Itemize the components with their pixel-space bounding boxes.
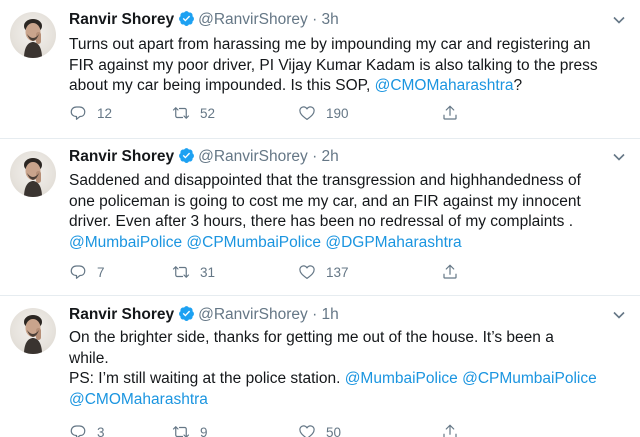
heart-icon bbox=[299, 106, 315, 120]
mention-link[interactable]: @CPMumbaiPolice bbox=[462, 370, 597, 387]
handle[interactable]: @RanvirShorey bbox=[198, 148, 308, 165]
reply-icon bbox=[70, 425, 86, 437]
text-segment: about my car being impounded. Is this SO… bbox=[69, 77, 375, 94]
retweet-button[interactable]: 9 bbox=[172, 423, 208, 437]
like-button[interactable]: 137 bbox=[298, 263, 349, 283]
reply-button[interactable]: 3 bbox=[69, 423, 105, 437]
tweet-text-line: about my car being impounded. Is this SO… bbox=[69, 76, 629, 97]
retweet-icon bbox=[172, 266, 190, 278]
handle[interactable]: @RanvirShorey bbox=[198, 306, 308, 323]
reply-count: 7 bbox=[97, 265, 105, 280]
retweet-count: 52 bbox=[200, 106, 216, 121]
verified-icon bbox=[179, 306, 195, 321]
separator-dot: · bbox=[312, 11, 318, 28]
timestamp[interactable]: 1h bbox=[322, 306, 339, 323]
retweet-icon bbox=[172, 107, 190, 119]
tweet-text: On the brighter side, thanks for getting… bbox=[69, 328, 629, 410]
like-button[interactable]: 50 bbox=[298, 423, 341, 437]
tweet-text-line: @MumbaiPolice @CPMumbaiPolice @DGPMahara… bbox=[69, 233, 629, 254]
tweet-text-line: one policeman is going to cost me my car… bbox=[69, 192, 629, 213]
reply-button[interactable]: 7 bbox=[69, 263, 105, 283]
text-segment: Saddened and disappointed that the trans… bbox=[69, 172, 581, 189]
share-icon bbox=[443, 105, 457, 120]
tweet-text-line: driver. Even after 3 hours, there has be… bbox=[69, 212, 629, 233]
text-segment: while. bbox=[69, 349, 109, 367]
separator-dot: · bbox=[312, 148, 318, 165]
tweet-text: Saddened and disappointed that the trans… bbox=[69, 171, 629, 253]
tweet-text-line: while. bbox=[69, 349, 629, 370]
like-count: 137 bbox=[326, 265, 349, 280]
like-count: 50 bbox=[326, 425, 342, 437]
retweet-button[interactable]: 52 bbox=[172, 104, 215, 124]
text-segment: On the brighter side, thanks for getting… bbox=[69, 329, 554, 346]
text-segment: PS: I’m still waiting at the police stat… bbox=[69, 370, 345, 387]
chevron-down-icon[interactable] bbox=[612, 308, 626, 322]
verified-icon bbox=[179, 11, 195, 26]
retweet-icon bbox=[172, 426, 190, 437]
display-name[interactable]: Ranvir Shorey bbox=[69, 306, 174, 323]
like-count: 190 bbox=[326, 106, 349, 121]
reply-icon bbox=[70, 265, 86, 279]
mention-link[interactable]: @DGPMaharashtra bbox=[325, 234, 461, 251]
retweet-button[interactable]: 31 bbox=[172, 263, 215, 283]
tweet[interactable]: Ranvir Shorey @RanvirShorey · 1h On the b… bbox=[0, 296, 640, 437]
heart-icon bbox=[299, 425, 315, 437]
tweet-text: Turns out apart from harassing me by imp… bbox=[69, 35, 629, 97]
retweet-count: 9 bbox=[200, 425, 208, 437]
tweet-actions: 7 31 137 bbox=[69, 263, 539, 283]
text-segment: driver. Even after 3 hours, there has be… bbox=[69, 213, 574, 230]
tweet-text-line: Turns out apart from harassing me by imp… bbox=[69, 35, 629, 56]
tweet-header: Ranvir Shorey @RanvirShorey · 3h bbox=[69, 9, 339, 31]
mention-link[interactable]: @CMOMaharashtra bbox=[69, 391, 208, 408]
share-icon bbox=[443, 264, 457, 279]
heart-icon bbox=[299, 265, 315, 279]
avatar[interactable] bbox=[10, 308, 56, 354]
display-name[interactable]: Ranvir Shorey bbox=[69, 11, 174, 28]
tweet-text-line: On the brighter side, thanks for getting… bbox=[69, 328, 629, 349]
tweet-text-line: PS: I’m still waiting at the police stat… bbox=[69, 369, 629, 390]
tweet-text-line: Saddened and disappointed that the trans… bbox=[69, 171, 629, 192]
share-button[interactable] bbox=[441, 263, 469, 283]
share-icon bbox=[443, 424, 457, 437]
reply-button[interactable]: 12 bbox=[69, 104, 112, 124]
mention-link[interactable]: @CPMumbaiPolice bbox=[186, 234, 321, 251]
tweet-actions: 3 9 50 bbox=[69, 423, 539, 437]
separator-dot: · bbox=[312, 306, 318, 323]
tweet-header: Ranvir Shorey @RanvirShorey · 1h bbox=[69, 304, 339, 326]
avatar[interactable] bbox=[10, 12, 56, 58]
tweet[interactable]: Ranvir Shorey @RanvirShorey · 3h Turns ou… bbox=[0, 0, 640, 138]
timestamp[interactable]: 2h bbox=[322, 148, 339, 165]
reply-count: 12 bbox=[97, 106, 113, 121]
retweet-count: 31 bbox=[200, 265, 216, 280]
mention-link[interactable]: @MumbaiPolice bbox=[69, 234, 182, 251]
tweet-header: Ranvir Shorey @RanvirShorey · 2h bbox=[69, 146, 339, 168]
display-name[interactable]: Ranvir Shorey bbox=[69, 148, 174, 165]
share-button[interactable] bbox=[441, 423, 469, 437]
share-button[interactable] bbox=[441, 104, 469, 124]
tweet[interactable]: Ranvir Shorey @RanvirShorey · 2h Saddened… bbox=[0, 139, 640, 295]
text-segment: Turns out apart from harassing me by imp… bbox=[69, 36, 591, 53]
verified-icon bbox=[179, 148, 195, 163]
text-segment: one policeman is going to cost me my car… bbox=[69, 192, 581, 210]
avatar[interactable] bbox=[10, 151, 56, 197]
text-segment: ? bbox=[513, 77, 523, 94]
handle[interactable]: @RanvirShorey bbox=[198, 11, 308, 28]
timestamp[interactable]: 3h bbox=[322, 11, 339, 28]
reply-icon bbox=[70, 106, 86, 120]
mention-link[interactable]: @CMOMaharashtra bbox=[375, 77, 514, 94]
tweet-text-line: @CMOMaharashtra bbox=[69, 390, 629, 411]
tweet-text-line: FIR against my poor driver, PI Vijay Kum… bbox=[69, 56, 629, 77]
reply-count: 3 bbox=[97, 425, 105, 437]
chevron-down-icon[interactable] bbox=[612, 150, 626, 164]
tweet-actions: 12 52 190 bbox=[69, 104, 539, 124]
chevron-down-icon[interactable] bbox=[612, 13, 626, 27]
text-segment: FIR against my poor driver, PI Vijay Kum… bbox=[69, 56, 598, 74]
mention-link[interactable]: @MumbaiPolice bbox=[345, 370, 458, 387]
like-button[interactable]: 190 bbox=[298, 104, 349, 124]
